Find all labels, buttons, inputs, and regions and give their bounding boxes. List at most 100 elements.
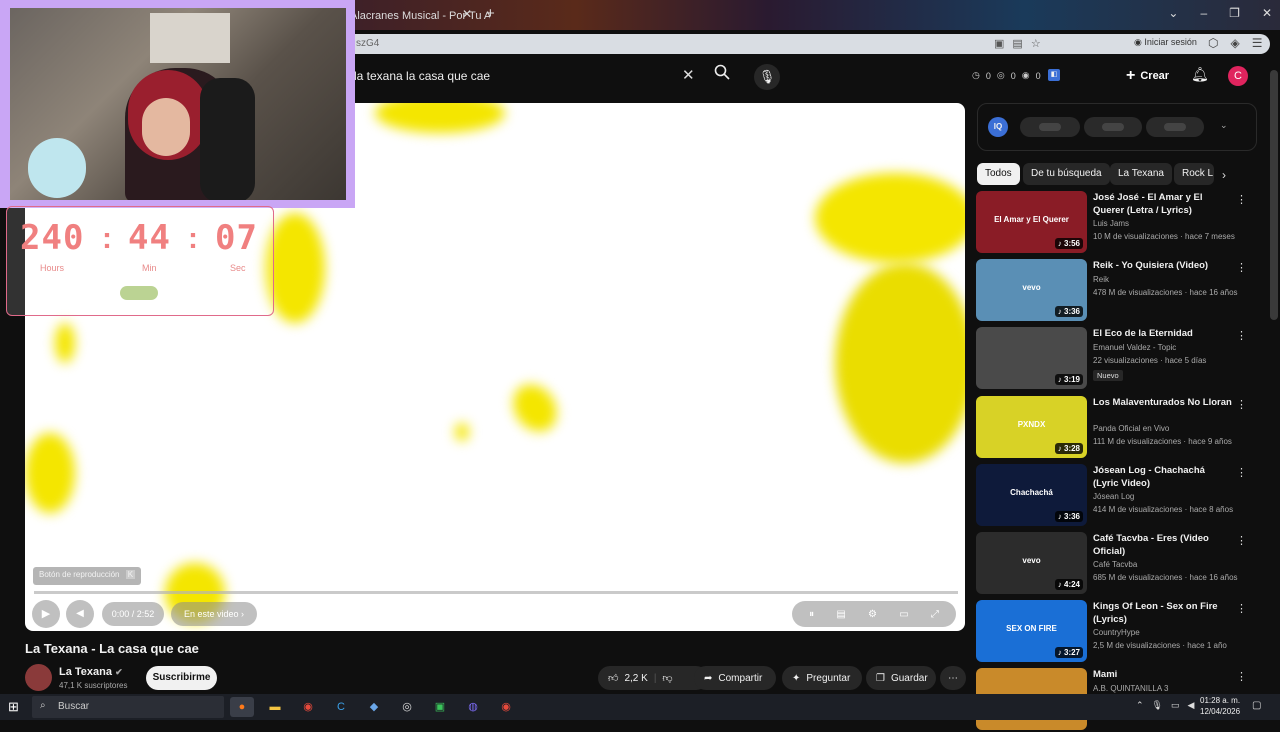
bookmark-star-icon[interactable]: ☆ [1031,37,1041,50]
windows-start-icon[interactable]: ⊞ [8,699,19,715]
steam-icon[interactable]: ◆ [362,697,386,717]
filter-pill[interactable] [1146,117,1204,137]
chevron-down-icon[interactable]: ⌄ [1168,6,1178,20]
recommendation-item[interactable]: vevo ♪ 3:36 Reik - Yo Quisiera (Video) Reik… [976,259,1256,323]
recommendation-channel[interactable]: Panda Oficial en Vivo [1093,424,1169,433]
taskbar-search[interactable]: Buscar [32,696,224,718]
more-options-icon[interactable]: ⋮ [1236,670,1247,683]
bell-icon[interactable]: 🔔︎ [1191,66,1209,83]
discord-icon[interactable]: ◍ [461,697,485,717]
video-thumbnail[interactable]: SEX ON FIRE ♪ 3:27 [976,600,1087,662]
app-c-icon[interactable]: C [329,697,353,717]
translate-icon[interactable]: ▣ [994,37,1004,50]
microphone-icon[interactable]: 🎙 [1152,700,1163,711]
video-thumbnail[interactable]: vevo ♪ 3:36 [976,259,1087,321]
recommendation-title[interactable]: El Eco de la Eternidad [1093,328,1233,341]
iq-extension-icon[interactable]: IQ [988,117,1008,137]
extension-icon[interactable]: ◧ [1048,69,1060,81]
more-options-icon[interactable]: ⋮ [1236,329,1247,342]
restore-icon[interactable]: ❐ [1229,6,1240,20]
chip-rock[interactable]: Rock L [1174,163,1214,185]
microphone-icon[interactable]: 🎙 [754,64,780,90]
filter-pill[interactable] [1020,117,1080,137]
network-icon[interactable]: ▭ [1171,700,1180,711]
chrome-profile-icon[interactable]: ◉ [494,697,518,717]
settings-gear-icon[interactable]: ⚙ [868,609,877,620]
firefox-icon[interactable]: ● [230,697,254,717]
recommendation-title[interactable]: Café Tacvba - Eres (Video Oficial) [1093,533,1233,558]
menu-icon[interactable]: ☰ [1252,36,1263,50]
chevron-right-icon[interactable]: › [1222,168,1226,182]
like-count[interactable]: 2,2 K [624,673,647,684]
recommendation-channel[interactable]: A.B. QUINTANILLA 3 [1093,684,1168,693]
app-green-icon[interactable]: ▣ [428,697,452,717]
recommendation-item[interactable]: Chachachá ♪ 3:36 Jósean Log - Chachachá (L… [976,464,1256,528]
recommendation-item[interactable]: PXNDX ♪ 3:28 Los Malaventurados No Lloran P… [976,396,1256,460]
recommendation-title[interactable]: Los Malaventurados No Lloran [1093,397,1233,410]
video-thumbnail[interactable]: vevo ♪ 4:24 [976,532,1087,594]
progress-bar[interactable] [34,591,958,594]
play-icon[interactable]: ▶ [32,600,60,628]
filter-pill[interactable] [1084,117,1142,137]
recommendation-item[interactable]: vevo ♪ 4:24 Café Tacvba - Eres (Video Ofic… [976,532,1256,596]
ask-button[interactable]: ✦ Preguntar [782,666,862,690]
clock[interactable]: 01:28 a. m. 12/04/2026 [1200,695,1240,717]
recommendation-item[interactable]: ♪ 3:19 El Eco de la Eternidad Emanuel Vald… [976,327,1256,391]
volume-icon[interactable]: ◀ [1188,700,1195,711]
close-window-icon[interactable]: ✕ [1262,6,1272,20]
recommendation-channel[interactable]: Café Tacvba [1093,560,1137,569]
chapters-button[interactable]: En este video › [171,602,257,626]
close-tab-icon[interactable]: ✕ [462,7,472,21]
reader-icon[interactable]: ▤ [1012,37,1022,50]
more-options-icon[interactable]: ⋮ [1236,398,1247,411]
extensions-icon[interactable]: ⬡ [1208,36,1218,50]
chip-la-texana[interactable]: La Texana [1110,163,1172,185]
more-options-icon[interactable]: ⋮ [1236,534,1247,547]
more-options-icon[interactable]: ⋮ [1236,466,1247,479]
recommendation-item[interactable]: El Amar y El Querer ♪ 3:56 José José - El … [976,191,1256,255]
new-tab-icon[interactable]: + [486,5,495,22]
recommendation-item[interactable]: SEX ON FIRE ♪ 3:27 Kings Of Leon - Sex on … [976,600,1256,664]
more-actions-icon[interactable]: ⋯ [940,666,966,690]
obs-icon[interactable]: ◎ [395,697,419,717]
recommendation-channel[interactable]: CountryHype [1093,628,1140,637]
recommendation-channel[interactable]: Reik [1093,275,1109,284]
share-button[interactable]: ➦ Compartir [694,666,776,690]
recommendation-title[interactable]: Kings Of Leon - Sex on Fire (Lyrics) [1093,601,1233,626]
scrollbar[interactable] [1270,70,1278,320]
fullscreen-icon[interactable]: ⤢ [931,609,939,620]
address-bar[interactable] [340,34,1270,54]
more-options-icon[interactable]: ⋮ [1236,261,1247,274]
recommendation-channel[interactable]: Emanuel Valdez - Topic [1093,343,1176,352]
more-options-icon[interactable]: ⋮ [1236,193,1247,206]
signin-button[interactable]: ◉ Iniciar sesión [1134,37,1197,48]
more-options-icon[interactable]: ⋮ [1236,602,1247,615]
search-input[interactable]: la texana la casa que cae [354,69,490,83]
avatar[interactable]: C [1228,66,1248,86]
recommendation-channel[interactable]: Jósean Log [1093,492,1134,501]
channel-name[interactable]: La Texana ✔ [59,666,123,678]
subscribe-button[interactable]: Suscribirme [146,666,217,690]
channel-avatar[interactable] [25,664,52,691]
chip-from-search[interactable]: De tu búsqueda [1023,163,1110,185]
recommendation-title[interactable]: José José - El Amar y El Querer (Letra /… [1093,192,1233,217]
recommendation-title[interactable]: Jósean Log - Chachachá (Lyric Video) [1093,465,1233,490]
shield-icon[interactable]: ◈ [1230,36,1239,50]
chevron-down-icon[interactable]: ⌄ [1220,120,1228,131]
pause-toggle-icon[interactable]: ⏸ [809,609,814,620]
notifications-icon[interactable]: ▢ [1252,700,1261,711]
recommendation-title[interactable]: Mami [1093,669,1233,682]
minimize-icon[interactable]: – [1200,6,1207,20]
video-thumbnail[interactable]: PXNDX ♪ 3:28 [976,396,1087,458]
chrome-icon[interactable]: ◉ [296,697,320,717]
file-explorer-icon[interactable]: ▬ [263,697,287,717]
recommendation-title[interactable]: Reik - Yo Quisiera (Video) [1093,260,1233,273]
clear-search-icon[interactable]: ✕ [682,66,695,84]
video-thumbnail[interactable]: Chachachá ♪ 3:36 [976,464,1087,526]
video-thumbnail[interactable]: El Amar y El Querer ♪ 3:56 [976,191,1087,253]
recommendation-channel[interactable]: Luis Jams [1093,219,1129,228]
like-icon[interactable]: 👍︎ [608,672,618,684]
video-thumbnail[interactable]: ♪ 3:19 [976,327,1087,389]
chevron-up-icon[interactable]: ⌃ [1136,700,1144,711]
volume-icon[interactable]: ◀ [66,600,94,628]
